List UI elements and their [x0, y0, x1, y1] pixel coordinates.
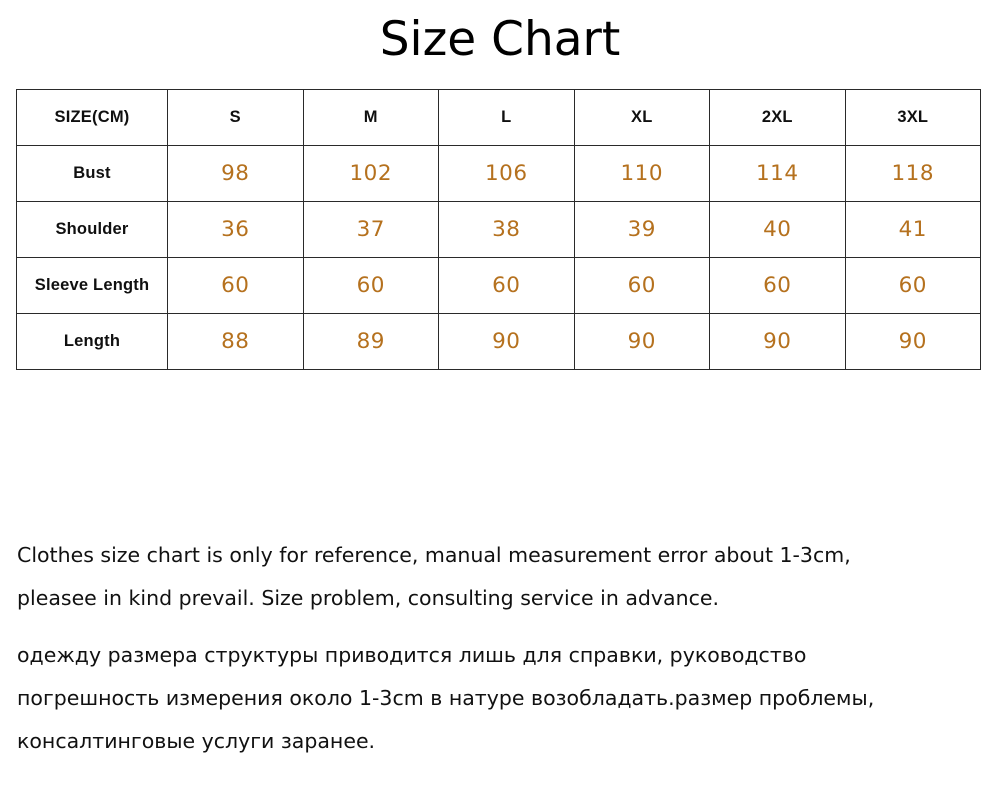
cell-sleeve-length-2xl: 60: [709, 257, 846, 314]
table-header-row: SIZE(CM) S M L XL 2XL 3XL: [16, 89, 981, 146]
column-header-xl: XL: [573, 89, 710, 146]
note-english: Clothes size chart is only for reference…: [17, 534, 985, 620]
table-row: Sleeve Length 60 60 60 60 60 60: [16, 257, 981, 314]
cell-shoulder-3xl: 41: [844, 201, 981, 258]
cell-length-3xl: 90: [844, 313, 981, 370]
cell-shoulder-l: 38: [438, 201, 575, 258]
cell-length-2xl: 90: [709, 313, 846, 370]
column-header-l: L: [438, 89, 575, 146]
table-row: Bust 98 102 106 110 114 118: [16, 145, 981, 202]
table-row: Length 88 89 90 90 90 90: [16, 313, 981, 370]
row-label-length: Length: [16, 313, 168, 370]
size-chart-table-container: SIZE(CM) S M L XL 2XL 3XL Bust 98 102 10…: [16, 89, 981, 370]
table-row: Shoulder 36 37 38 39 40 41: [16, 201, 981, 258]
note-russian: одежду размера структуры приводится лишь…: [17, 634, 985, 763]
note-russian-line-3: консалтинговые услуги заранее.: [17, 729, 376, 753]
row-label-bust: Bust: [16, 145, 168, 202]
size-chart-table: SIZE(CM) S M L XL 2XL 3XL Bust 98 102 10…: [16, 89, 981, 370]
cell-sleeve-length-s: 60: [167, 257, 304, 314]
cell-sleeve-length-l: 60: [438, 257, 575, 314]
column-header-s: S: [167, 89, 304, 146]
cell-bust-s: 98: [167, 145, 304, 202]
column-header-size-unit: SIZE(CM): [16, 89, 168, 146]
column-header-3xl: 3XL: [844, 89, 981, 146]
cell-shoulder-m: 37: [302, 201, 439, 258]
note-english-line-2: pleasee in kind prevail. Size problem, c…: [17, 586, 720, 610]
cell-bust-m: 102: [302, 145, 439, 202]
cell-length-l: 90: [438, 313, 575, 370]
row-label-shoulder: Shoulder: [16, 201, 168, 258]
column-header-m: M: [302, 89, 439, 146]
cell-sleeve-length-m: 60: [302, 257, 439, 314]
cell-bust-3xl: 118: [844, 145, 981, 202]
cell-sleeve-length-xl: 60: [573, 257, 710, 314]
cell-shoulder-2xl: 40: [709, 201, 846, 258]
cell-bust-xl: 110: [573, 145, 710, 202]
cell-length-s: 88: [167, 313, 304, 370]
cell-shoulder-xl: 39: [573, 201, 710, 258]
cell-length-xl: 90: [573, 313, 710, 370]
table-header: SIZE(CM) S M L XL 2XL 3XL: [16, 89, 981, 146]
table-body: Bust 98 102 106 110 114 118 Shoulder 36 …: [16, 145, 981, 370]
note-russian-line-1: одежду размера структуры приводится лишь…: [17, 643, 807, 667]
cell-length-m: 89: [302, 313, 439, 370]
notes-section: Clothes size chart is only for reference…: [17, 534, 985, 763]
cell-bust-l: 106: [438, 145, 575, 202]
note-english-line-1: Clothes size chart is only for reference…: [17, 543, 851, 567]
cell-bust-2xl: 114: [709, 145, 846, 202]
page-title: Size Chart: [379, 12, 621, 67]
cell-shoulder-s: 36: [167, 201, 304, 258]
cell-sleeve-length-3xl: 60: [844, 257, 981, 314]
column-header-2xl: 2XL: [709, 89, 846, 146]
row-label-sleeve-length: Sleeve Length: [16, 257, 168, 314]
note-russian-line-2: погрешность измерения около 1-3cm в нату…: [17, 686, 875, 710]
